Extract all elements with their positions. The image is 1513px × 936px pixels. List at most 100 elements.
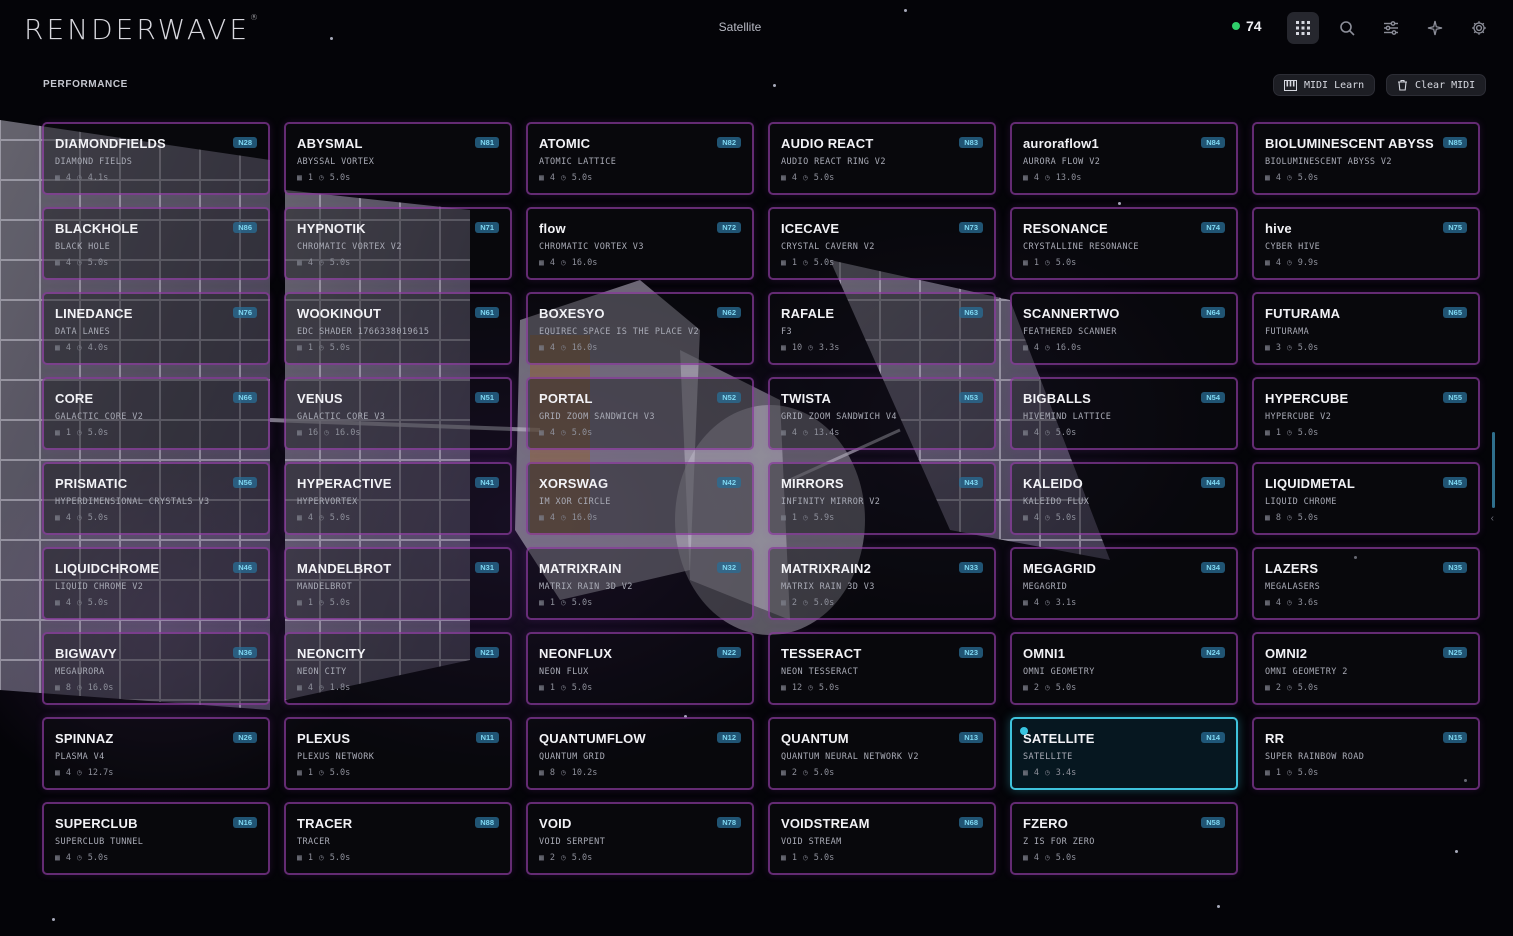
- grid-view-button[interactable]: [1287, 12, 1319, 44]
- preset-duration: 5.0s: [87, 428, 109, 438]
- preset-duration: 5.0s: [329, 598, 351, 608]
- midi-learn-button[interactable]: MIDI Learn: [1273, 74, 1376, 96]
- preset-card[interactable]: QUANTUM QUANTUM NEURAL NETWORK V2 ▦ 2 ◷ 5.0s N…: [768, 717, 996, 790]
- midi-note-badge: N82: [717, 137, 741, 148]
- preset-duration: 9.9s: [1297, 258, 1319, 268]
- preset-shader: GALACTIC CORE V2: [55, 412, 144, 422]
- midi-note-badge: N51: [475, 392, 499, 403]
- preset-card[interactable]: HYPERCUBE HYPERCUBE V2 ▦ 1 ◷ 5.0s N55: [1252, 377, 1480, 450]
- preset-shader: MANDELBROT: [297, 582, 353, 592]
- clear-midi-button[interactable]: Clear MIDI: [1386, 74, 1487, 96]
- preset-card[interactable]: BIGBALLS HIVEMIND LATTICE ▦ 4 ◷ 5.0s N54: [1010, 377, 1238, 450]
- layers-icon: ▦: [55, 173, 60, 182]
- preset-shader: CRYSTAL CAVERN V2: [781, 242, 875, 252]
- preset-name: SATELLITE: [1023, 731, 1095, 746]
- app-logo[interactable]: RENDERWAVE®: [24, 13, 261, 46]
- preset-card[interactable]: BLACKHOLE BLACK HOLE ▦ 4 ◷ 5.0s N86: [42, 207, 270, 280]
- preset-card[interactable]: VOID VOID SERPENT ▦ 2 ◷ 5.0s N78: [526, 802, 754, 875]
- preset-card[interactable]: VOIDSTREAM VOID STREAM ▦ 1 ◷ 5.0s N68: [768, 802, 996, 875]
- midi-note-badge: N23: [959, 647, 983, 658]
- preset-card[interactable]: PORTAL GRID ZOOM SANDWICH V3 ▦ 4 ◷ 5.0s N52: [526, 377, 754, 450]
- preset-card[interactable]: BOXESYO EQUIREC SPACE IS THE PLACE V2 ▦ 4 ◷ 1…: [526, 292, 754, 365]
- preset-meta: ▦ 4 ◷ 1.8s: [297, 683, 499, 693]
- preset-card[interactable]: MANDELBROT MANDELBROT ▦ 1 ◷ 5.0s N31: [284, 547, 512, 620]
- clock-icon: ◷: [1044, 428, 1050, 437]
- preset-card[interactable]: MATRIXRAIN2 MATRIX RAIN 3D V3 ▦ 2 ◷ 5.0s N33: [768, 547, 996, 620]
- preset-card[interactable]: XORSWAG IM XOR CIRCLE ▦ 4 ◷ 16.0s N42: [526, 462, 754, 535]
- settings-button[interactable]: [1463, 12, 1495, 44]
- preset-card[interactable]: MIRRORS INFINITY MIRROR V2 ▦ 1 ◷ 5.9s N43: [768, 462, 996, 535]
- search-button[interactable]: [1331, 12, 1363, 44]
- preset-card[interactable]: FUTURAMA FUTURAMA ▦ 3 ◷ 5.0s N65: [1252, 292, 1480, 365]
- clock-icon: ◷: [1286, 258, 1292, 267]
- layers-icon: ▦: [1023, 853, 1028, 862]
- preset-card[interactable]: ATOMIC ATOMIC LATTICE ▦ 4 ◷ 5.0s N82: [526, 122, 754, 195]
- preset-card[interactable]: TESSERACT NEON TESSERACT ▦ 12 ◷ 5.0s N23: [768, 632, 996, 705]
- preset-duration: 5.0s: [571, 683, 593, 693]
- preset-card[interactable]: flow CHROMATIC VORTEX V3 ▦ 4 ◷ 16.0s N72: [526, 207, 754, 280]
- preset-card[interactable]: auroraflow1 AURORA FLOW V2 ▦ 4 ◷ 13.0s N84: [1010, 122, 1238, 195]
- preset-card[interactable]: VENUS GALACTIC CORE V3 ▦ 16 ◷ 16.0s N51: [284, 377, 512, 450]
- preset-card[interactable]: RESONANCE CRYSTALLINE RESONANCE ▦ 1 ◷ 5.0s N74: [1010, 207, 1238, 280]
- midi-note-badge: N72: [717, 222, 741, 233]
- midi-note-badge: N41: [475, 477, 499, 488]
- preset-card[interactable]: LAZERS MEGALASERS ▦ 4 ◷ 3.6s N35: [1252, 547, 1480, 620]
- preset-card[interactable]: SCANNERTWO FEATHERED SCANNER ▦ 4 ◷ 16.0s N64: [1010, 292, 1238, 365]
- preset-card[interactable]: QUANTUMFLOW QUANTUM GRID ▦ 8 ◷ 10.2s N12: [526, 717, 754, 790]
- preset-card[interactable]: LIQUIDMETAL LIQUID CHROME ▦ 8 ◷ 5.0s N45: [1252, 462, 1480, 535]
- preset-card[interactable]: NEONCITY NEON CITY ▦ 4 ◷ 1.8s N21: [284, 632, 512, 705]
- preset-duration: 10.2s: [571, 768, 598, 778]
- preset-shader: FUTURAMA: [1265, 327, 1310, 337]
- preset-name: PRISMATIC: [55, 476, 128, 491]
- preset-card[interactable]: TRACER TRACER ▦ 1 ◷ 5.0s N88: [284, 802, 512, 875]
- preset-card[interactable]: DIAMONDFIELDS DIAMOND FIELDS ▦ 4 ◷ 4.1s N28: [42, 122, 270, 195]
- preset-card[interactable]: HYPNOTIK CHROMATIC VORTEX V2 ▦ 4 ◷ 5.0s N71: [284, 207, 512, 280]
- preset-name: VENUS: [297, 391, 343, 406]
- section-title: PERFORMANCE: [43, 79, 128, 90]
- preset-card[interactable]: KALEIDO KALEIDO FLUX ▦ 4 ◷ 5.0s N44: [1010, 462, 1238, 535]
- preset-card[interactable]: SPINNAZ PLASMA V4 ▦ 4 ◷ 12.7s N26: [42, 717, 270, 790]
- preset-card[interactable]: OMNI2 OMNI GEOMETRY 2 ▦ 2 ◷ 5.0s N25: [1252, 632, 1480, 705]
- preset-card[interactable]: CORE GALACTIC CORE V2 ▦ 1 ◷ 5.0s N66: [42, 377, 270, 450]
- preset-card[interactable]: PRISMATIC HYPERDIMENSIONAL CRYSTALS V3 ▦ 4 ◷…: [42, 462, 270, 535]
- preset-card[interactable]: WOOKINOUT EDC SHADER 1766338019615 ▦ 1 ◷ 5.0s…: [284, 292, 512, 365]
- preset-card[interactable]: MATRIXRAIN MATRIX RAIN 3D V2 ▦ 1 ◷ 5.0s N32: [526, 547, 754, 620]
- clock-icon: ◷: [1286, 513, 1292, 522]
- preset-card[interactable]: TWISTA GRID ZOOM SANDWICH V4 ▦ 4 ◷ 13.4s N53: [768, 377, 996, 450]
- preset-duration: 16.0s: [334, 428, 361, 438]
- preset-name: PORTAL: [539, 391, 593, 406]
- sliders-button[interactable]: [1375, 12, 1407, 44]
- preset-card[interactable]: RAFALE F3 ▦ 10 ◷ 3.3s N63: [768, 292, 996, 365]
- preset-card[interactable]: BIOLUMINESCENT ABYSS BIOLUMINESCENT ABYSS…: [1252, 122, 1480, 195]
- clock-icon: ◷: [1044, 598, 1050, 607]
- layers-icon: ▦: [781, 768, 786, 777]
- preset-card[interactable]: hive CYBER HIVE ▦ 4 ◷ 9.9s N75: [1252, 207, 1480, 280]
- preset-card[interactable]: LINEDANCE DATA LANES ▦ 4 ◷ 4.0s N76: [42, 292, 270, 365]
- preset-card[interactable]: AUDIO REACT AUDIO REACT RING V2 ▦ 4 ◷ 5.0s N83: [768, 122, 996, 195]
- scrollbar-thumb[interactable]: [1492, 432, 1495, 508]
- preset-card[interactable]: BIGWAVY MEGAURORA ▦ 8 ◷ 16.0s N36: [42, 632, 270, 705]
- preset-card[interactable]: SUPERCLUB SUPERCLUB TUNNEL ▦ 4 ◷ 5.0s N16: [42, 802, 270, 875]
- preset-card[interactable]: NEONFLUX NEON FLUX ▦ 1 ◷ 5.0s N22: [526, 632, 754, 705]
- preset-card[interactable]: ABYSMAL ABYSSAL VORTEX ▦ 1 ◷ 5.0s N81: [284, 122, 512, 195]
- preset-card[interactable]: PLEXUS PLEXUS NETWORK ▦ 1 ◷ 5.0s N11: [284, 717, 512, 790]
- preset-card[interactable]: OMNI1 OMNI GEOMETRY ▦ 2 ◷ 5.0s N24: [1010, 632, 1238, 705]
- preset-card[interactable]: HYPERACTIVE HYPERVORTEX ▦ 4 ◷ 5.0s N41: [284, 462, 512, 535]
- effects-button[interactable]: [1419, 12, 1451, 44]
- clock-icon: ◷: [76, 853, 82, 862]
- layers-icon: ▦: [1265, 683, 1270, 692]
- preset-card[interactable]: FZERO Z IS FOR ZERO ▦ 4 ◷ 5.0s N58: [1010, 802, 1238, 875]
- collapse-chevron-icon[interactable]: ‹: [1491, 513, 1494, 524]
- preset-duration: 5.0s: [329, 258, 351, 268]
- preset-card[interactable]: RR SUPER RAINBOW ROAD ▦ 1 ◷ 5.0s N15: [1252, 717, 1480, 790]
- preset-card[interactable]: SATELLITE SATELLITE ▦ 4 ◷ 3.4s N14: [1010, 717, 1238, 790]
- layers-icon: ▦: [539, 853, 544, 862]
- clock-icon: ◷: [560, 513, 566, 522]
- preset-name: SCANNERTWO: [1023, 306, 1120, 321]
- preset-name: LIQUIDMETAL: [1265, 476, 1356, 491]
- preset-card[interactable]: MEGAGRID MEGAGRID ▦ 4 ◷ 3.1s N34: [1010, 547, 1238, 620]
- preset-meta: ▦ 2 ◷ 5.0s: [781, 768, 983, 778]
- preset-card[interactable]: ICECAVE CRYSTAL CAVERN V2 ▦ 1 ◷ 5.0s N73: [768, 207, 996, 280]
- preset-card[interactable]: LIQUIDCHROME LIQUID CHROME V2 ▦ 4 ◷ 5.0s N46: [42, 547, 270, 620]
- preset-layers: 4: [1033, 768, 1039, 778]
